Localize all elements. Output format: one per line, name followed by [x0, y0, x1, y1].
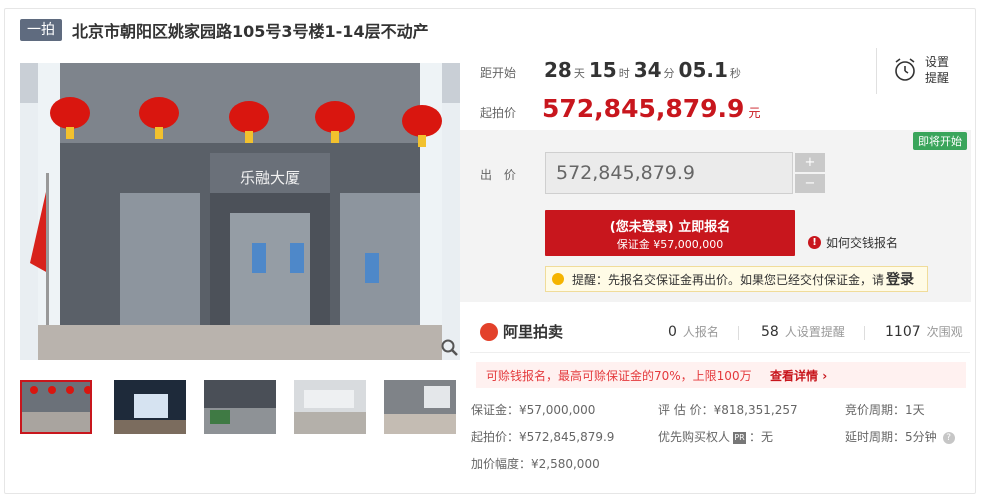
- start-price-unit: 元: [748, 106, 761, 120]
- alarm-clock-icon: [895, 58, 915, 81]
- countdown-minutes: 34: [633, 58, 662, 82]
- ali-auction-icon: [480, 322, 498, 341]
- priority-buyer-label: 优先购买权人: [658, 430, 731, 444]
- brand-logo: 阿里拍卖: [480, 321, 563, 342]
- stat-divider: [738, 326, 739, 340]
- help-icon[interactable]: ?: [942, 431, 955, 444]
- decrease-bid-button[interactable]: −: [795, 174, 825, 193]
- countdown: 距开始 28 天 15 时 34 分 05.1 秒: [480, 58, 745, 88]
- view-count-number: 1107: [885, 324, 921, 340]
- increment-info: 加价幅度：¥2,580,000: [471, 457, 600, 471]
- countdown-days-unit: 天: [573, 67, 585, 80]
- divider: [470, 352, 970, 353]
- view-count: 1107 次围观: [885, 323, 963, 340]
- priority-badge-icon: PR: [733, 431, 747, 444]
- signup-button[interactable]: (您未登录) 立即报名 保证金 ¥57,000,000: [545, 210, 795, 256]
- how-to-pay-link[interactable]: ! 如何交钱报名: [808, 234, 898, 251]
- extension-period-text: 延时周期：5分钟: [845, 430, 937, 444]
- signup-count-number: 0: [668, 324, 677, 340]
- countdown-hours: 15: [588, 58, 617, 82]
- countdown-seconds-unit: 秒: [729, 67, 741, 80]
- promo-text: 可赊钱报名，最高可赊保证金的70%，上限100万: [486, 368, 752, 383]
- view-count-label: 次围观: [926, 325, 963, 339]
- signup-count: 0 人报名: [668, 323, 719, 340]
- countdown-hours-unit: 时: [618, 67, 630, 80]
- login-link[interactable]: 登录: [886, 269, 914, 289]
- priority-buyer-value: ：无: [749, 430, 774, 444]
- reminder-count-number: 58: [761, 324, 779, 340]
- brand-name: 阿里拍卖: [503, 323, 564, 341]
- countdown-seconds: 05.1: [678, 58, 728, 82]
- bid-amount-input[interactable]: [545, 152, 793, 194]
- reminder-count-label: 人设置提醒: [784, 325, 845, 339]
- page-title: 北京市朝阳区姚家园路105号3号楼1-14层不动产: [72, 22, 429, 41]
- info-icon: !: [808, 236, 821, 249]
- stat-divider: [864, 326, 865, 340]
- signup-button-label: (您未登录) 立即报名: [609, 220, 731, 235]
- countdown-days: 28: [544, 58, 572, 82]
- building-entrance-image: 乐融大厦: [20, 63, 460, 360]
- promo-details-link[interactable]: 查看详情 ›: [770, 367, 827, 384]
- bid-panel: 即将开始 出 价 + − (您未登录) 立即报名 保证金 ¥57,000,000…: [460, 130, 971, 302]
- main-photo[interactable]: 乐融大厦: [20, 63, 460, 360]
- start-price-value: 572,845,879.9: [542, 94, 745, 123]
- status-badge: 即将开始: [913, 132, 967, 150]
- auction-type-tag: 一拍: [20, 19, 62, 41]
- appraisal-info: 评 估 价：¥818,351,257: [658, 403, 798, 417]
- start-price-row: 起拍价 572,845,879.9 元: [480, 94, 760, 123]
- start-price-info: 起拍价：¥572,845,879.9: [471, 430, 615, 444]
- bid-label: 出 价: [480, 168, 520, 182]
- start-price-label: 起拍价: [480, 106, 517, 120]
- increase-bid-button[interactable]: +: [795, 153, 825, 172]
- thumbnail-3[interactable]: [204, 380, 276, 434]
- building-sign: 乐融大厦: [240, 169, 300, 187]
- deposit-info: 保证金：¥57,000,000: [471, 403, 596, 417]
- tip-text: 提醒：先报名交保证金再出价。如果您已经交付保证金，请: [572, 272, 885, 287]
- countdown-label: 距开始: [480, 66, 517, 80]
- thumbnail-strip: [20, 380, 460, 436]
- page-header: 一拍 北京市朝阳区姚家园路105号3号楼1-14层不动产: [20, 18, 429, 42]
- auction-period-info: 竞价周期：1天: [845, 403, 925, 417]
- set-reminder-button[interactable]: 设置提醒: [893, 52, 953, 88]
- thumbnail-2[interactable]: [114, 380, 186, 434]
- divider: [876, 48, 877, 94]
- countdown-minutes-unit: 分: [663, 67, 675, 80]
- how-to-pay-label: 如何交钱报名: [826, 236, 899, 250]
- zoom-icon[interactable]: [440, 337, 460, 359]
- signup-deposit-label: 保证金 ¥57,000,000: [616, 238, 724, 251]
- credit-promo-banner: 可赊钱报名，最高可赊保证金的70%，上限100万 查看详情 ›: [476, 362, 966, 388]
- login-tip: 提醒：先报名交保证金再出价。如果您已经交付保证金，请 登录: [545, 266, 928, 292]
- extension-period-info: 延时周期：5分钟?: [845, 428, 955, 445]
- lightbulb-icon: [552, 273, 564, 285]
- thumbnail-4[interactable]: [294, 380, 366, 434]
- thumbnail-1[interactable]: [20, 380, 92, 434]
- signup-count-label: 人报名: [682, 325, 719, 339]
- thumbnail-5[interactable]: [384, 380, 456, 434]
- priority-buyer-info: 优先购买权人 PR ：无: [658, 428, 773, 445]
- set-reminder-label: 设置提醒: [925, 55, 950, 85]
- reminder-count: 58 人设置提醒: [761, 323, 845, 340]
